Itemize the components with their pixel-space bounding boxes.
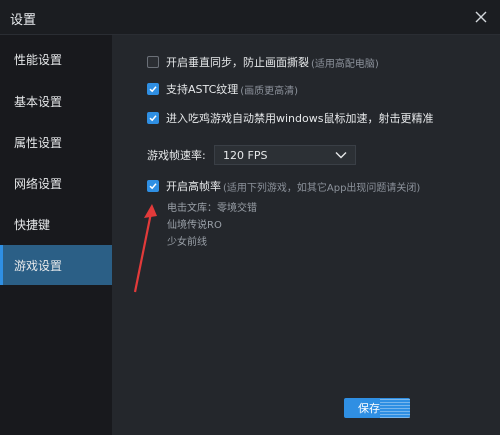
sidebar-item-performance[interactable]: 性能设置 — [0, 39, 112, 79]
vsync-row[interactable]: 开启垂直同步，防止画面撕裂 (适用高配电脑) — [147, 53, 379, 71]
window-title: 设置 — [10, 13, 37, 28]
astc-row[interactable]: 支持ASTC纹理 (画质更高清) — [147, 80, 298, 98]
vsync-label: 开启垂直同步，防止画面撕裂 — [166, 56, 309, 69]
fps-label: 游戏帧速率: — [147, 149, 206, 162]
save-button[interactable]: 保存 — [344, 398, 410, 418]
high-fps-hint: (适用下列游戏，如其它App出现问题请关闭) — [223, 182, 421, 194]
sidebar-item-properties[interactable]: 属性设置 — [0, 122, 112, 162]
close-icon[interactable] — [470, 6, 492, 28]
fps-row: 游戏帧速率: — [147, 146, 206, 164]
high-fps-label: 开启高帧率 — [166, 180, 221, 193]
sidebar-item-game-settings[interactable]: 游戏设置 — [0, 245, 112, 285]
high-fps-row[interactable]: 开启高帧率 (适用下列游戏，如其它App出现问题请关闭) — [147, 177, 420, 195]
vsync-hint: (适用高配电脑) — [311, 58, 379, 70]
mouse-accel-label: 进入吃鸡游戏自动禁用windows鼠标加速，射击更精准 — [166, 112, 434, 125]
check-icon — [149, 183, 157, 190]
high-fps-checkbox[interactable] — [147, 180, 159, 192]
close-icon-glyph — [475, 11, 487, 23]
astc-hint: (画质更高清) — [240, 85, 299, 97]
mouse-accel-row[interactable]: 进入吃鸡游戏自动禁用windows鼠标加速，射击更精准 — [147, 109, 433, 127]
title-bar: 设置 — [0, 0, 500, 35]
sidebar-item-basic[interactable]: 基本设置 — [0, 81, 112, 121]
game-item: 少女前线 — [167, 237, 207, 248]
game-item: 电击文库：零境交错 — [167, 203, 257, 214]
mouse-accel-checkbox[interactable] — [147, 112, 159, 124]
game-item: 仙境传说RO — [167, 220, 222, 231]
astc-checkbox[interactable] — [147, 83, 159, 95]
sidebar-item-network[interactable]: 网络设置 — [0, 163, 112, 203]
sidebar-item-shortcuts[interactable]: 快捷键 — [0, 204, 112, 244]
annotation-arrow-icon — [133, 204, 157, 293]
check-icon — [149, 86, 157, 93]
save-button-decoration — [380, 398, 410, 418]
sidebar: 性能设置 基本设置 属性设置 网络设置 快捷键 游戏设置 — [0, 35, 113, 435]
fps-value: 120 FPS — [223, 148, 268, 162]
vsync-checkbox[interactable] — [147, 56, 159, 68]
astc-label: 支持ASTC纹理 — [166, 83, 239, 96]
check-icon — [149, 115, 157, 122]
chevron-down-icon — [335, 152, 347, 159]
fps-select[interactable]: 120 FPS — [214, 145, 356, 165]
save-button-label: 保存 — [358, 402, 380, 415]
